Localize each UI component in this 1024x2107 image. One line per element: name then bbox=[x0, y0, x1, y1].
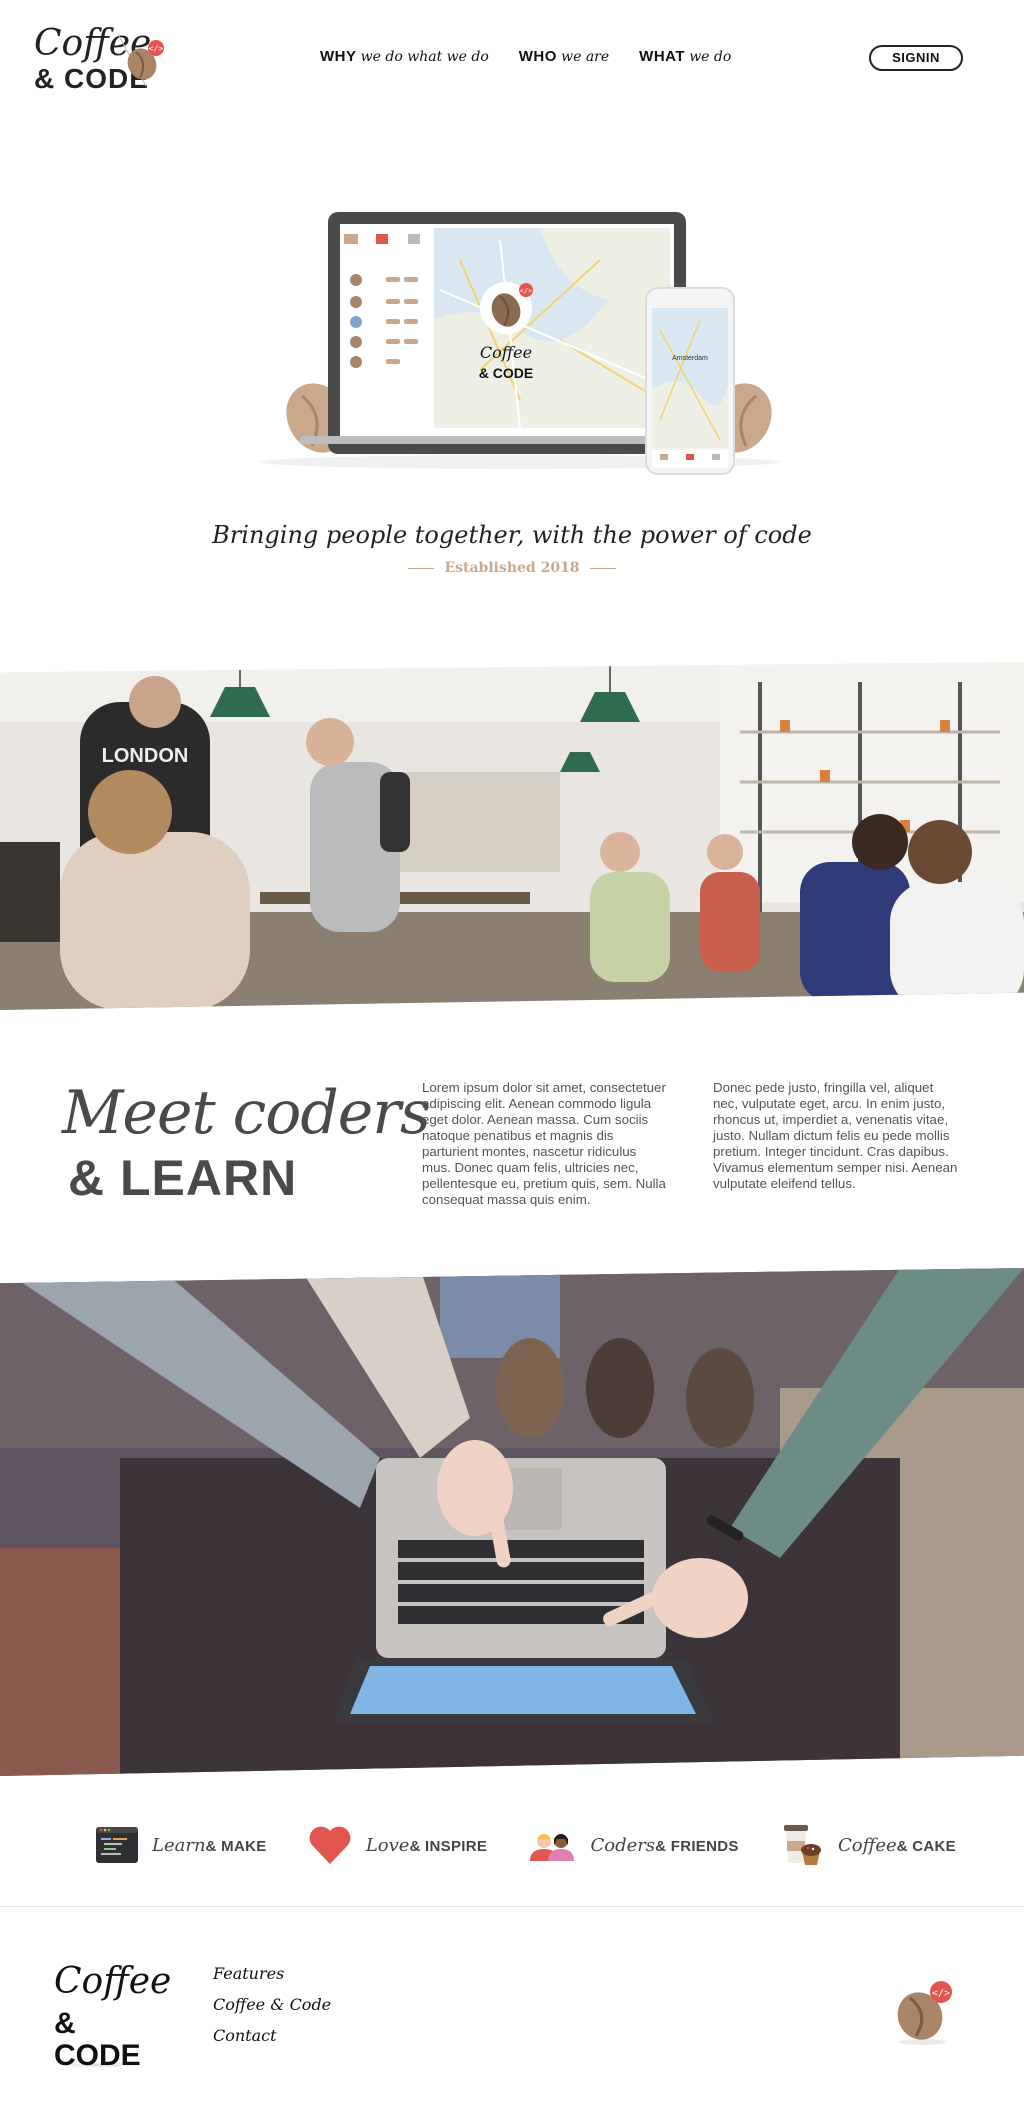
svg-text:LONDON: LONDON bbox=[102, 745, 189, 767]
main-nav: WHY we do what we do WHO we are WHAT we … bbox=[320, 48, 731, 65]
meet-title-script: Meet coders bbox=[62, 1078, 431, 1148]
device-logo-line1: Coffee bbox=[480, 343, 532, 362]
coffee-cup-icon bbox=[783, 1825, 821, 1865]
meet-paragraph-1: Lorem ipsum dolor sit amet, consectetuer… bbox=[422, 1080, 666, 1207]
established-rule-right bbox=[589, 567, 616, 569]
feature-coders-friends: Coders& FRIENDS bbox=[528, 1827, 738, 1863]
coffee-bean-icon: </> bbox=[897, 1981, 952, 2045]
feature-love-inspire: Love& INSPIRE bbox=[308, 1825, 487, 1865]
phone-city-label: Amsterdam bbox=[672, 355, 708, 362]
feature-label-love: Love& INSPIRE bbox=[366, 1835, 487, 1856]
nav-why-sub: we do what we do bbox=[360, 49, 489, 65]
meet-title-bold: & LEARN bbox=[68, 1150, 298, 1206]
footer-link-coffee-code[interactable]: Coffee & Code bbox=[213, 1989, 331, 2020]
cafe-photo: LONDON bbox=[0, 662, 1024, 1010]
coffee-bean-icon: </> bbox=[118, 34, 164, 87]
meet-coders-heading: Meet coders & LEARN bbox=[62, 1078, 431, 1208]
code-editor-icon bbox=[96, 1827, 138, 1863]
feature-label-learn: Learn& MAKE bbox=[152, 1835, 267, 1856]
nav-why[interactable]: WHY we do what we do bbox=[320, 48, 489, 65]
established-label: Established 2018 bbox=[0, 560, 1024, 576]
nav-who-key: WHO bbox=[518, 48, 557, 65]
laptop-hands-photo bbox=[0, 1268, 1024, 1776]
signin-button[interactable]: SIGNIN bbox=[869, 45, 963, 71]
feature-coders-script: Coders bbox=[590, 1834, 656, 1856]
feature-coffee-cake: Coffee& CAKE bbox=[780, 1823, 956, 1867]
footer-link-features[interactable]: Features bbox=[213, 1958, 331, 1989]
nav-what[interactable]: WHAT we do bbox=[639, 48, 731, 65]
header: Coffee & CODE </> WHY we do what we do W… bbox=[0, 0, 1024, 120]
footer-logo-shadow bbox=[54, 2062, 146, 2068]
footer-link-contact[interactable]: Contact bbox=[213, 2020, 331, 2051]
feature-learn-make: Learn& MAKE bbox=[96, 1827, 267, 1863]
nav-why-key: WHY bbox=[320, 48, 357, 65]
footer-links: Features Coffee & Code Contact bbox=[213, 1958, 331, 2051]
feature-learn-bold: & MAKE bbox=[205, 1837, 267, 1855]
feature-label-coffee: Coffee& CAKE bbox=[838, 1835, 956, 1856]
svg-text:</>: </> bbox=[932, 1988, 950, 1999]
features-row: Learn& MAKE Love& INSPIRE Coders& FRIEND… bbox=[96, 1820, 956, 1870]
feature-label-coders: Coders& FRIENDS bbox=[590, 1835, 738, 1856]
nav-what-sub: we do bbox=[689, 49, 732, 65]
feature-coffee-script: Coffee bbox=[837, 1834, 897, 1856]
hero-tagline: Bringing people together, with the power… bbox=[212, 521, 812, 549]
footer-logo-line1: Coffee bbox=[54, 1961, 172, 2002]
meet-paragraph-2: Donec pede justo, fringilla vel, aliquet… bbox=[713, 1080, 958, 1191]
nav-what-key: WHAT bbox=[639, 48, 686, 65]
feature-coders-bold: & FRIENDS bbox=[655, 1837, 739, 1855]
cafe-illustration: LONDON bbox=[0, 662, 1024, 1010]
established-text: Established 2018 bbox=[444, 560, 580, 576]
footer-logo[interactable]: Coffee & CODE bbox=[54, 1962, 171, 2072]
svg-text:</>: </> bbox=[520, 287, 533, 295]
heart-icon bbox=[309, 1826, 351, 1864]
established-rule-left bbox=[408, 567, 435, 569]
svg-text:</>: </> bbox=[149, 44, 164, 53]
feature-love-bold: & INSPIRE bbox=[409, 1837, 488, 1855]
feature-love-script: Love bbox=[365, 1834, 410, 1856]
footer-divider bbox=[0, 1906, 1024, 1907]
feature-coffee-bold: & CAKE bbox=[896, 1837, 956, 1855]
feature-learn-script: Learn bbox=[152, 1834, 206, 1856]
laptop-hands-illustration bbox=[0, 1268, 1024, 1776]
nav-who[interactable]: WHO we are bbox=[519, 48, 609, 65]
device-logo-line2: & CODE bbox=[479, 365, 533, 381]
people-icon bbox=[530, 1834, 575, 1861]
nav-who-sub: we are bbox=[561, 49, 610, 65]
hero-device-mockup: </> Coffee & CODE Amsterdam bbox=[260, 212, 780, 475]
